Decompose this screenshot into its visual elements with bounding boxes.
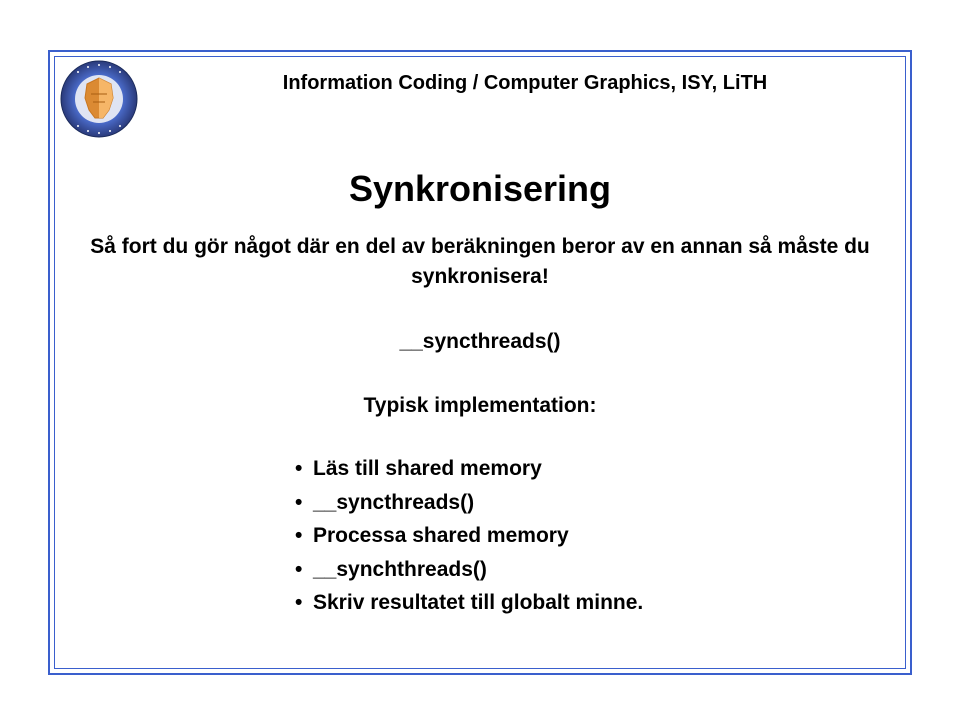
bullet-dot-icon: • — [295, 553, 313, 587]
syncthreads-call: __syncthreads() — [70, 330, 890, 354]
bullet-dot-icon: • — [295, 586, 313, 620]
implementation-heading: Typisk implementation: — [70, 394, 890, 418]
bullet-text: Skriv resultatet till globalt minne. — [313, 586, 643, 620]
bullet-text: Läs till shared memory — [313, 452, 542, 486]
bullet-text: __synchthreads() — [313, 553, 487, 587]
bullet-item: • __synchthreads() — [295, 553, 643, 587]
slide-header: Information Coding / Computer Graphics, … — [160, 72, 890, 95]
slide-title: Synkronisering — [70, 168, 890, 210]
bullet-item: • Skriv resultatet till globalt minne. — [295, 586, 643, 620]
bullet-item: • Processa shared memory — [295, 519, 643, 553]
bullet-item: • __syncthreads() — [295, 486, 643, 520]
bullet-dot-icon: • — [295, 486, 313, 520]
slide-intro-paragraph: Så fort du gör något där en del av beräk… — [80, 232, 880, 293]
implementation-bullets: • Läs till shared memory • __syncthreads… — [295, 452, 643, 620]
bullet-text: __syncthreads() — [313, 486, 474, 520]
bullet-dot-icon: • — [295, 519, 313, 553]
bullet-text: Processa shared memory — [313, 519, 569, 553]
bullet-dot-icon: • — [295, 452, 313, 486]
department-logo — [60, 60, 138, 138]
bullet-item: • Läs till shared memory — [295, 452, 643, 486]
